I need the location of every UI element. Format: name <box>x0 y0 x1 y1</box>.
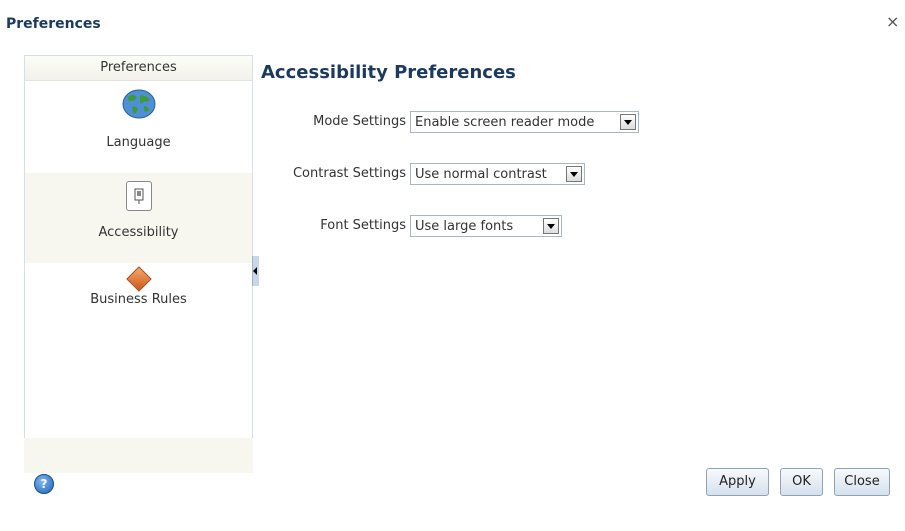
accessibility-icon <box>125 181 152 211</box>
font-settings-label-wrap: Font Settings <box>260 215 406 237</box>
mode-settings-label-wrap: Mode Settings <box>260 111 406 133</box>
preferences-dialog: Preferences × Preferences Language Acces… <box>0 0 905 531</box>
sidebar-item-label: Language <box>106 135 171 150</box>
sidebar-item-business-rules[interactable]: Business Rules <box>25 264 252 324</box>
font-settings-select[interactable]: Use large fonts <box>410 215 562 237</box>
sidebar-item-accessibility[interactable]: Accessibility <box>25 173 252 263</box>
font-settings-label: Font Settings <box>320 218 406 233</box>
sidebar-item-label: Business Rules <box>90 292 187 307</box>
sidebar: Preferences Language Accessibility Busin… <box>24 55 253 440</box>
contrast-settings-label-wrap: Contrast Settings <box>260 163 406 185</box>
help-icon[interactable]: ? <box>34 474 54 494</box>
close-icon[interactable]: × <box>886 14 899 30</box>
sidebar-item-label: Accessibility <box>98 225 179 240</box>
diamond-icon <box>125 266 152 292</box>
dialog-title: Preferences <box>6 16 101 32</box>
close-button[interactable]: Close <box>834 468 890 496</box>
contrast-settings-value: Use normal contrast <box>415 167 547 182</box>
page-title: Accessibility Preferences <box>261 62 516 83</box>
chevron-down-icon[interactable] <box>620 114 636 130</box>
contrast-settings-label: Contrast Settings <box>292 166 406 181</box>
ok-button[interactable]: OK <box>780 468 823 496</box>
contrast-settings-select[interactable]: Use normal contrast <box>410 163 585 185</box>
apply-button[interactable]: Apply <box>706 468 769 496</box>
sidebar-item-language[interactable]: Language <box>25 89 252 177</box>
mode-settings-value: Enable screen reader mode <box>415 115 595 130</box>
mode-settings-select[interactable]: Enable screen reader mode <box>410 111 639 133</box>
sidebar-header: Preferences <box>25 56 252 81</box>
sidebar-footer <box>24 438 253 473</box>
chevron-down-icon[interactable] <box>566 166 582 182</box>
collapse-panel-handle[interactable] <box>252 256 259 286</box>
globe-icon <box>122 89 155 119</box>
chevron-down-icon[interactable] <box>543 218 559 234</box>
mode-settings-label: Mode Settings <box>313 114 406 129</box>
font-settings-value: Use large fonts <box>415 219 514 234</box>
